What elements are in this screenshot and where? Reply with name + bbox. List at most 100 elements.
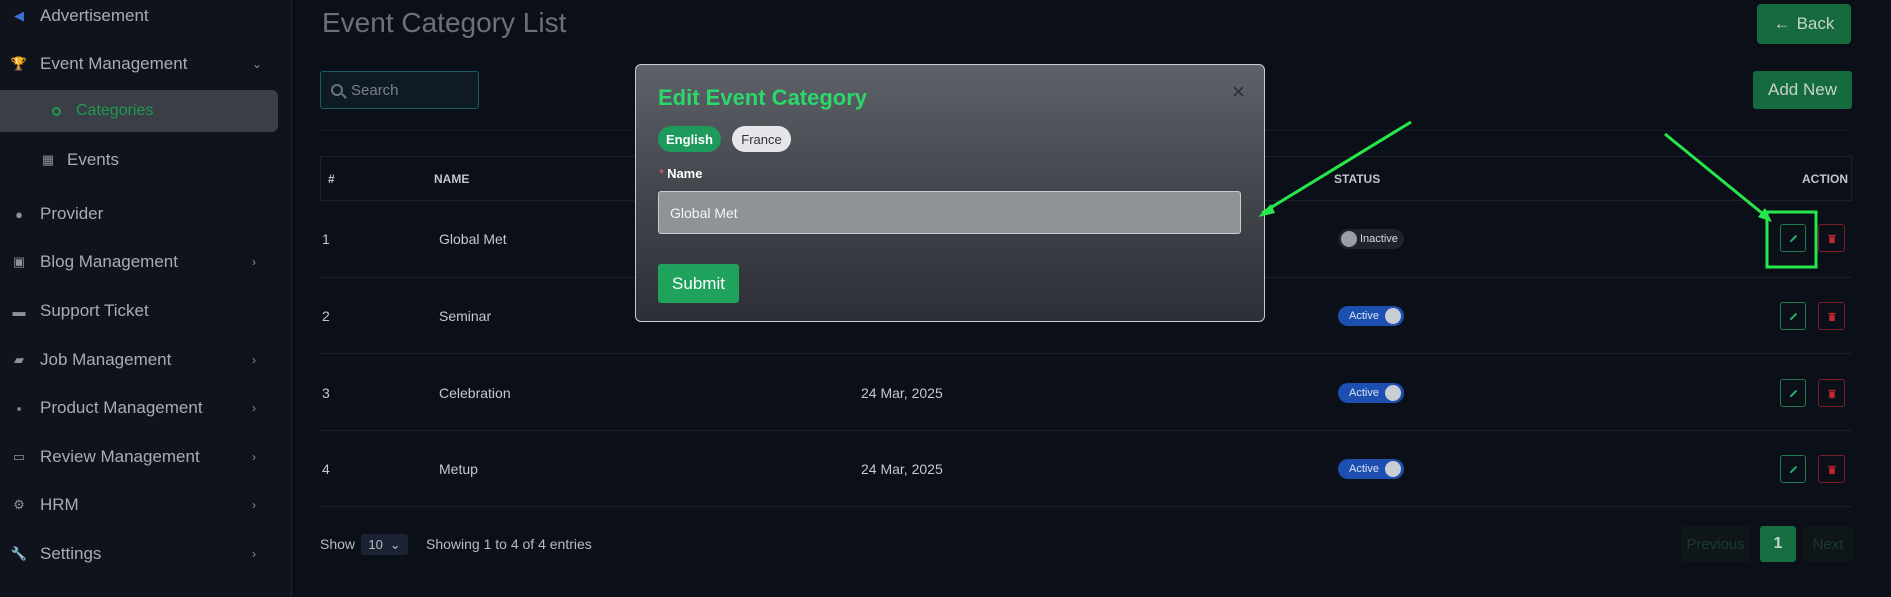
sidebar-item-job-management[interactable]: ▰ Job Management › <box>0 340 292 380</box>
chevron-right-icon: › <box>252 401 256 415</box>
sidebar-item-hrm[interactable]: ⚙ HRM › <box>0 485 292 525</box>
megaphone-icon: ◀ <box>14 8 24 23</box>
status-label: Active <box>1349 463 1379 475</box>
pagination-previous[interactable]: Previous <box>1681 526 1750 562</box>
required-mark: * <box>659 166 665 181</box>
sidebar-item-label: Review Management <box>40 447 200 466</box>
sidebar-item-review-management[interactable]: ▭ Review Management › <box>0 437 292 477</box>
add-new-button[interactable]: Add New <box>1753 71 1852 109</box>
trash-icon <box>1827 465 1836 474</box>
column-header-action: ACTION <box>1802 172 1848 186</box>
row-number: 4 <box>322 461 330 477</box>
name-label-text: Name <box>667 166 703 181</box>
sidebar-item-events[interactable]: ▦ Events <box>0 140 292 180</box>
page-size-select[interactable]: 10 ⌄ <box>361 534 408 555</box>
status-toggle[interactable]: Active <box>1338 383 1404 403</box>
page-size-value: 10 <box>368 537 383 552</box>
ticket-icon: ▬ <box>12 303 26 319</box>
sidebar-item-advertisement[interactable]: ◀ Advertisement <box>0 0 292 36</box>
sidebar: ◀ Advertisement 🏆 Event Management ⌄ Cat… <box>0 0 292 597</box>
sidebar-item-label: Settings <box>40 544 102 563</box>
trophy-icon: 🏆 <box>10 56 28 71</box>
calendar-icon: ▦ <box>41 152 55 167</box>
name-input[interactable] <box>658 191 1241 234</box>
delete-button[interactable] <box>1818 224 1845 252</box>
sidebar-item-blog-management[interactable]: ▣ Blog Management › <box>0 242 292 282</box>
status-toggle[interactable]: Active <box>1338 459 1404 479</box>
submit-button[interactable]: Submit <box>658 264 739 303</box>
sidebar-item-provider[interactable]: ● Provider <box>0 194 292 234</box>
sidebar-item-support-ticket[interactable]: ▬ Support Ticket <box>0 291 292 331</box>
sidebar-item-label: Events <box>67 150 119 169</box>
language-tab-france[interactable]: France <box>732 126 791 152</box>
row-date: 24 Mar, 2025 <box>861 385 943 401</box>
trash-icon <box>1827 389 1836 398</box>
table-row: 4 Metup 24 Mar, 2025 Active <box>320 431 1852 507</box>
review-icon: ▭ <box>12 449 26 464</box>
modal-title: Edit Event Category <box>658 85 868 110</box>
sidebar-item-product-management[interactable]: ▪ Product Management › <box>0 388 292 428</box>
status-toggle[interactable]: Active <box>1338 306 1404 326</box>
sidebar-item-label: Job Management <box>40 350 172 369</box>
row-name: Metup <box>439 461 478 477</box>
pencil-icon <box>1789 465 1797 473</box>
sidebar-item-settings[interactable]: 🔧 Settings › <box>0 534 292 574</box>
column-header-status: STATUS <box>1334 172 1381 186</box>
table-row: 3 Celebration 24 Mar, 2025 Active <box>320 355 1852 431</box>
back-button[interactable]: ← Back <box>1757 4 1851 44</box>
sidebar-item-label: Blog Management <box>40 252 178 271</box>
toggle-knob <box>1341 231 1357 247</box>
edit-button[interactable] <box>1780 302 1806 330</box>
sidebar-item-label: Event Management <box>40 54 188 73</box>
sidebar-item-label: Provider <box>40 204 104 223</box>
edit-button[interactable] <box>1780 224 1806 252</box>
toggle-knob <box>1385 308 1401 324</box>
chevron-down-icon: ⌄ <box>389 536 401 552</box>
grid-icon: ▪ <box>16 400 22 416</box>
sidebar-item-label: Categories <box>76 102 154 119</box>
pencil-icon <box>1789 234 1797 242</box>
name-field-label: * Name <box>659 166 702 181</box>
user-icon: ● <box>15 206 23 222</box>
circle-icon <box>52 107 61 116</box>
chevron-down-icon: ⌄ <box>252 57 263 71</box>
pagination-next[interactable]: Next <box>1803 526 1853 562</box>
row-number: 3 <box>322 385 330 401</box>
sidebar-item-categories[interactable]: Categories <box>0 90 278 132</box>
chevron-right-icon: › <box>252 255 256 269</box>
pagination-page-1[interactable]: 1 <box>1760 526 1796 562</box>
toggle-knob <box>1385 461 1401 477</box>
toggle-knob <box>1385 385 1401 401</box>
sidebar-item-event-management[interactable]: 🏆 Event Management ⌄ <box>0 44 292 84</box>
column-header-name: NAME <box>434 172 470 186</box>
edit-button[interactable] <box>1780 379 1806 407</box>
row-number: 2 <box>322 308 330 324</box>
language-tab-english[interactable]: English <box>658 126 721 152</box>
chevron-right-icon: › <box>252 498 256 512</box>
edit-category-modal: Edit Event Category × English France * Na… <box>635 64 1265 322</box>
chevron-right-icon: › <box>252 450 256 464</box>
delete-button[interactable] <box>1818 455 1845 483</box>
column-header-number: # <box>328 172 335 186</box>
delete-button[interactable] <box>1818 302 1845 330</box>
status-toggle[interactable]: Inactive <box>1338 229 1404 249</box>
chevron-right-icon: › <box>252 547 256 561</box>
sidebar-item-label: Product Management <box>40 398 203 417</box>
back-button-label: Back <box>1796 14 1835 33</box>
row-name: Seminar <box>439 308 492 324</box>
wrench-icon: 🔧 <box>10 546 28 561</box>
row-name: Celebration <box>439 385 511 401</box>
delete-button[interactable] <box>1818 379 1845 407</box>
people-icon: ⚙ <box>13 497 25 512</box>
pencil-icon <box>1789 312 1797 320</box>
search-input[interactable] <box>351 81 461 99</box>
edit-button[interactable] <box>1780 455 1806 483</box>
search-box <box>320 71 479 109</box>
sidebar-item-label: HRM <box>40 495 79 514</box>
status-label: Inactive <box>1360 233 1398 245</box>
close-icon[interactable]: × <box>1232 79 1245 105</box>
trash-icon <box>1827 234 1836 243</box>
blog-icon: ▣ <box>12 254 26 269</box>
entries-info: Showing 1 to 4 of 4 entries <box>426 536 592 552</box>
arrow-left-icon: ← <box>1773 14 1791 33</box>
